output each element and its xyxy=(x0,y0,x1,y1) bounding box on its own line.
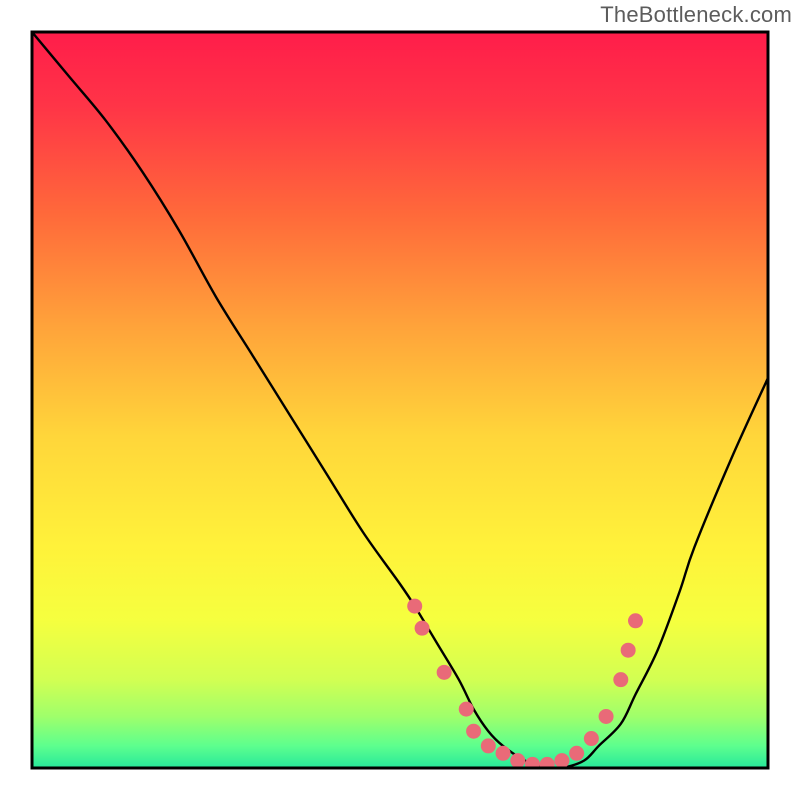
curve-marker xyxy=(496,746,511,761)
curve-marker xyxy=(415,621,430,636)
curve-marker xyxy=(459,702,474,717)
gradient-background xyxy=(32,32,768,768)
curve-marker xyxy=(554,753,569,768)
curve-marker xyxy=(599,709,614,724)
curve-marker xyxy=(613,672,628,687)
curve-marker xyxy=(621,643,636,658)
bottleneck-chart xyxy=(0,0,800,800)
curve-marker xyxy=(628,613,643,628)
curve-marker xyxy=(525,757,540,772)
curve-marker xyxy=(510,753,525,768)
watermark-text: TheBottleneck.com xyxy=(600,2,792,28)
curve-marker xyxy=(407,599,422,614)
curve-marker xyxy=(540,757,555,772)
curve-marker xyxy=(569,746,584,761)
curve-marker xyxy=(584,731,599,746)
curve-marker xyxy=(466,724,481,739)
chart-container: TheBottleneck.com xyxy=(0,0,800,800)
curve-marker xyxy=(481,738,496,753)
curve-marker xyxy=(437,665,452,680)
